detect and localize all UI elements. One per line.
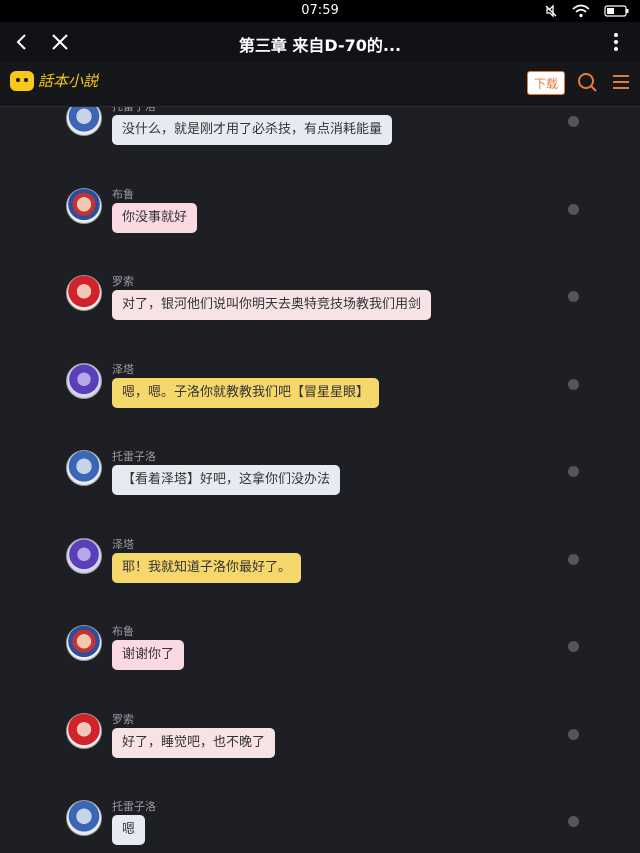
search-button[interactable] <box>576 71 598 93</box>
wifi-icon <box>572 4 590 18</box>
dot-icon[interactable] <box>568 728 579 740</box>
sender-name: 托雷子洛 <box>112 107 156 114</box>
chat-message: 布鲁 谢谢你了 <box>0 616 640 702</box>
dot-icon[interactable] <box>568 378 579 390</box>
avatar[interactable] <box>66 187 102 224</box>
close-icon <box>52 34 68 50</box>
close-button[interactable] <box>46 28 74 56</box>
sender-name: 布鲁 <box>112 625 134 638</box>
message-bubble: 你没事就好 <box>112 202 198 233</box>
app-logo[interactable]: 話本小説 <box>10 70 98 91</box>
dot-icon[interactable] <box>568 816 579 827</box>
message-bubble: 谢谢你了 <box>112 640 185 670</box>
chat-message: 托雷子洛【看着泽塔】好吧，这拿你们没办法 <box>0 441 640 527</box>
chat-message: 罗索对了，银河他们说叫你明天去奥特竞技场教我们用剑 <box>0 266 640 352</box>
message-bubble: 嗯 <box>112 815 146 845</box>
chevron-left-icon <box>16 34 26 50</box>
more-vertical-icon <box>614 33 618 51</box>
menu-button[interactable] <box>610 71 632 93</box>
message-bubble: 对了，银河他们说叫你明天去奥特竞技场教我们用剑 <box>112 290 432 320</box>
download-button[interactable]: 下载 <box>527 71 565 95</box>
search-icon <box>578 73 597 92</box>
avatar[interactable] <box>66 537 102 574</box>
dot-icon[interactable] <box>568 553 579 565</box>
sender-name: 布鲁 <box>112 187 134 201</box>
logo-icon <box>10 70 34 91</box>
chat-list[interactable]: 托雷子洛没什么，就是刚才用了必杀技，有点消耗能量布鲁你没事就好罗索对了，银河他们… <box>0 107 640 853</box>
avatar[interactable] <box>66 712 102 749</box>
chat-message: 泽塔 嗯，嗯。子洛你就教教我们吧【冒星星眼】 <box>0 354 640 440</box>
avatar[interactable] <box>66 625 102 661</box>
back-button[interactable] <box>8 28 36 56</box>
mute-icon <box>545 4 557 18</box>
sender-name: 罗索 <box>112 712 134 726</box>
dot-icon[interactable] <box>568 641 579 652</box>
chat-message: 泽塔 耶！我就知道子洛你最好了。 <box>0 529 640 615</box>
message-bubble: 【看着泽塔】好吧，这拿你们没办法 <box>112 465 341 495</box>
sender-name: 泽塔 <box>112 362 134 376</box>
logo-text: 話本小説 <box>38 72 99 90</box>
menu-icon <box>613 75 629 89</box>
message-bubble: 耶！我就知道子洛你最好了。 <box>112 552 302 583</box>
dot-icon[interactable] <box>568 116 579 127</box>
title-bar: 第三章 来自D-70的... <box>0 22 640 62</box>
dot-icon[interactable] <box>568 203 579 215</box>
sender-name: 泽塔 <box>112 537 134 551</box>
page-title: 第三章 来自D-70的... <box>238 36 402 55</box>
sender-name: 罗索 <box>112 275 134 288</box>
message-bubble: 好了，睡觉吧，也不晚了 <box>112 727 276 758</box>
app-bar: 話本小説 下载 <box>0 62 640 107</box>
status-bar: 07:59 <box>0 0 640 22</box>
avatar[interactable] <box>66 450 102 486</box>
battery-icon <box>604 5 629 17</box>
avatar[interactable] <box>66 362 102 399</box>
avatar[interactable] <box>66 107 102 136</box>
avatar[interactable] <box>66 275 102 311</box>
message-bubble: 嗯，嗯。子洛你就教教我们吧【冒星星眼】 <box>112 377 380 408</box>
chat-message: 布鲁 你没事就好 <box>0 179 640 265</box>
dot-icon[interactable] <box>568 466 579 477</box>
chat-message: 罗索 好了，睡觉吧，也不晚了 <box>0 704 640 790</box>
more-button[interactable] <box>602 28 630 56</box>
dot-icon[interactable] <box>568 291 579 302</box>
chat-message: 托雷子洛没什么，就是刚才用了必杀技，有点消耗能量 <box>0 107 640 177</box>
sender-name: 托雷子洛 <box>112 800 156 813</box>
message-bubble: 没什么，就是刚才用了必杀技，有点消耗能量 <box>112 115 393 145</box>
chat-message: 托雷子洛嗯 <box>0 791 640 853</box>
status-icons <box>544 4 630 18</box>
sender-name: 托雷子洛 <box>112 450 156 463</box>
avatar[interactable] <box>66 800 102 836</box>
